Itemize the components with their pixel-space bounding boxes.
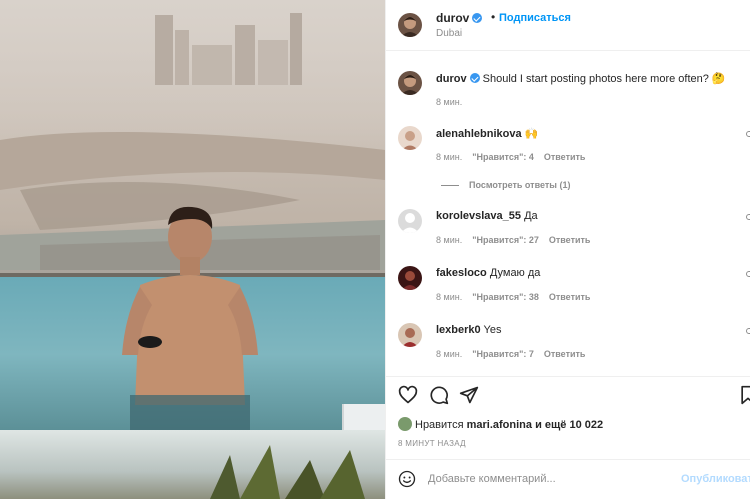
comment-text: alenahlebnikova 🙌 [436, 127, 538, 140]
comment-body: Думаю да [489, 267, 541, 279]
emoji-icon[interactable] [398, 470, 416, 488]
post-header: durov • Подписаться Dubai [386, 0, 750, 51]
comment-username[interactable]: korolevslava_55 [436, 210, 521, 222]
comment-body: Да [524, 210, 538, 222]
likes-summary: Нравится mari.afonina и ещё 10 022 [398, 417, 603, 431]
verified-badge-icon [472, 13, 483, 23]
comment-meta: 8 мин. "Нравится": 27 Ответить [436, 235, 600, 245]
comment-time: 8 мин. [436, 292, 463, 302]
liker-avatar[interactable] [398, 417, 412, 431]
commenter-avatar[interactable] [398, 266, 422, 290]
comment-icon[interactable] [429, 385, 449, 405]
view-replies-label: Посмотреть ответы (1) [469, 180, 571, 190]
commenter-avatar[interactable] [398, 126, 422, 150]
post-location[interactable]: Dubai [436, 28, 462, 39]
comment-username[interactable]: alenahlebnikova [436, 128, 522, 140]
comment-time: 8 мин. [436, 235, 463, 245]
heart-icon[interactable] [398, 385, 418, 405]
comment-item: fakesloco Думаю да 8 мин. "Нравится": 38 О… [386, 263, 750, 313]
replies-line [441, 185, 459, 187]
comment-username[interactable]: lexberk0 [436, 324, 481, 336]
photo-plants [210, 445, 365, 499]
caption-body: Should I start posting photos here more … [482, 73, 726, 85]
comment-text: korolevslava_55 Да [436, 210, 538, 222]
caption-text: durov Should I start posting photos here… [436, 72, 726, 85]
comment-body: 🙌 [524, 128, 539, 140]
comment-like-icon[interactable] [746, 328, 750, 334]
post-caption: durov Should I start posting photos here… [386, 60, 750, 120]
comment-likes[interactable]: "Нравится": 27 [472, 235, 539, 245]
comment-time: 8 мин. [436, 349, 463, 359]
comment-like-icon[interactable] [746, 271, 750, 277]
comment-meta: 8 мин. "Нравится": 7 Ответить [436, 349, 595, 359]
post-timestamp[interactable]: 8 МИНУТ НАЗАД [398, 439, 466, 448]
comment-item: lexberk0 Yes 8 мин. "Нравится": 7 Ответить [386, 320, 750, 370]
comment-like-icon[interactable] [746, 131, 750, 137]
commenter-avatar[interactable] [398, 323, 422, 347]
share-icon[interactable] [459, 385, 479, 405]
post-details-panel: durov • Подписаться Dubai durov Should I… [385, 0, 750, 499]
comment-composer: Опубликовать [386, 459, 750, 499]
comment-item: korolevslava_55 Да 8 мин. "Нравится": 27 О… [386, 206, 750, 256]
comment-text: fakesloco Думаю да [436, 267, 540, 279]
comment-like-icon[interactable] [746, 214, 750, 220]
photo-person [122, 206, 258, 465]
header-separator: • [491, 10, 496, 24]
likes-prefix: Нравится [415, 419, 464, 431]
comment-time: 8 мин. [436, 152, 463, 162]
comment-likes[interactable]: "Нравится": 38 [472, 292, 539, 302]
comment-likes[interactable]: "Нравится": 4 [472, 152, 534, 162]
comment-item: alenahlebnikova 🙌 8 мин. "Нравится": 4 Отв… [386, 123, 750, 173]
comment-username[interactable]: fakesloco [436, 267, 487, 279]
reply-button[interactable]: Ответить [549, 235, 591, 245]
comment-meta: 8 мин. "Нравится": 4 Ответить [436, 152, 595, 162]
comment-likes[interactable]: "Нравится": 7 [472, 349, 534, 359]
reply-button[interactable]: Ответить [544, 349, 586, 359]
caption-time: 8 мин. [436, 97, 463, 107]
author-username[interactable]: durov [436, 11, 483, 25]
action-bar: Нравится mari.afonina и ещё 10 022 8 МИН… [386, 376, 750, 448]
liker-username[interactable]: mari.afonina [467, 419, 532, 431]
comment-text: lexberk0 Yes [436, 324, 501, 336]
comment-meta: 8 мин. "Нравится": 38 Ответить [436, 292, 600, 302]
commenter-avatar[interactable] [398, 209, 422, 233]
follow-button[interactable]: Подписаться [499, 12, 571, 24]
view-replies-button[interactable]: Посмотреть ответы (1) [441, 180, 570, 190]
caption-username[interactable]: durov [436, 73, 467, 85]
bookmark-icon[interactable] [738, 385, 750, 405]
reply-button[interactable]: Ответить [549, 292, 591, 302]
comment-body: Yes [483, 324, 502, 336]
post-photo[interactable] [0, 0, 385, 499]
likes-count[interactable]: и ещё 10 022 [535, 419, 603, 431]
reply-button[interactable]: Ответить [544, 152, 586, 162]
comment-input[interactable] [428, 469, 668, 489]
publish-button[interactable]: Опубликовать [681, 473, 750, 485]
author-avatar[interactable] [398, 13, 422, 37]
verified-badge-icon [469, 73, 480, 83]
caption-avatar[interactable] [398, 71, 422, 95]
